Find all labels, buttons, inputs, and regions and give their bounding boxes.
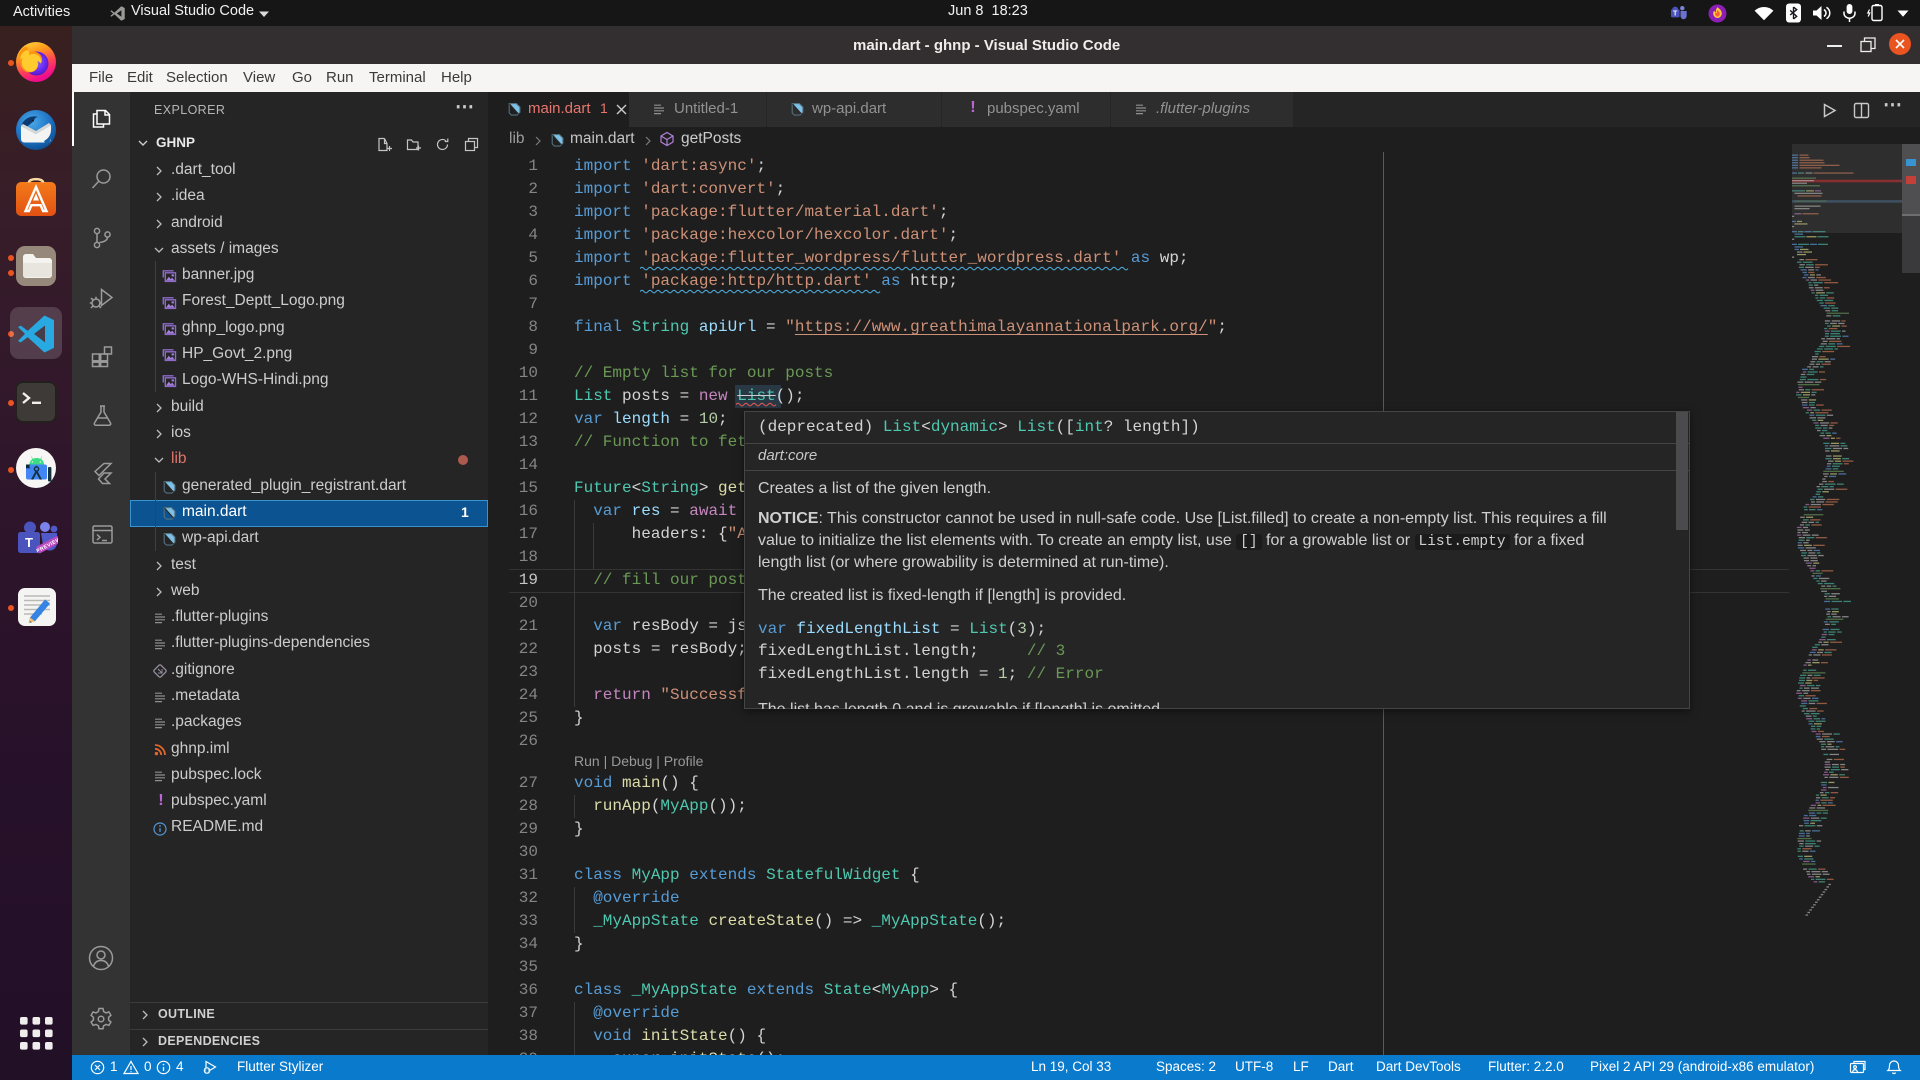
svg-text:T: T (1673, 11, 1678, 18)
svg-text:T: T (25, 535, 33, 550)
